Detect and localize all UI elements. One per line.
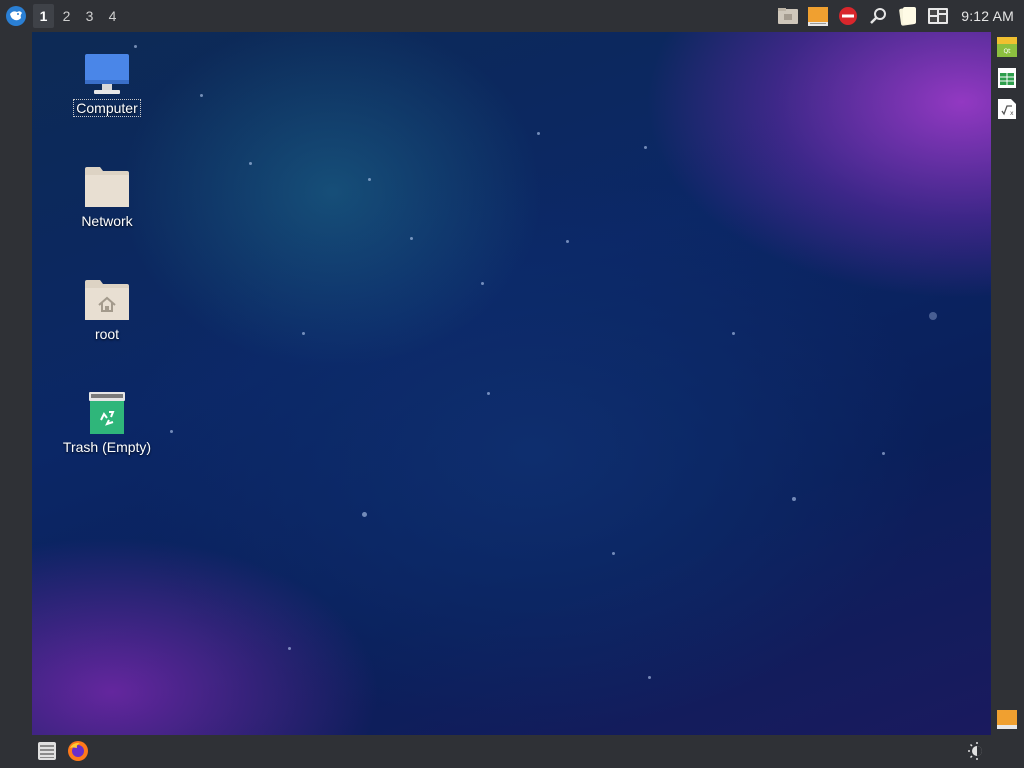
desktop-item-root[interactable]: root (57, 276, 157, 342)
drive-icon (997, 710, 1017, 729)
desktop-item-network[interactable]: Network (57, 163, 157, 229)
search-tray-button[interactable] (867, 5, 889, 27)
system-tray: 9:12 AM (777, 4, 1014, 28)
desktop-item-label: root (94, 326, 120, 342)
applications-menu-button[interactable] (4, 4, 28, 28)
trash-icon (89, 392, 125, 434)
screenshot-tray-button[interactable] (927, 5, 949, 27)
firefox-icon (68, 741, 88, 761)
xfce-mouse-menu-icon (6, 6, 26, 26)
home-folder-icon (85, 280, 129, 320)
right-side-panel: Qt x (991, 32, 1024, 735)
formula-launcher[interactable]: x (996, 98, 1018, 120)
svg-text:x: x (1010, 110, 1014, 117)
stop-tray-button[interactable] (837, 5, 859, 27)
folder-icon (85, 167, 129, 207)
desktop-background[interactable]: Computer Network root Trash (Empty) (32, 32, 991, 735)
drive-launcher[interactable] (996, 708, 1018, 730)
terminal-icon (38, 742, 56, 760)
brightness-button[interactable] (966, 740, 988, 762)
spreadsheet-launcher[interactable] (996, 67, 1018, 89)
brightness-icon (968, 742, 982, 760)
workspace-3[interactable]: 3 (79, 4, 100, 28)
spreadsheet-icon (998, 68, 1016, 88)
qt-app-icon: Qt (997, 37, 1017, 57)
qt-app-launcher[interactable]: Qt (996, 36, 1018, 58)
no-entry-icon (839, 7, 858, 25)
workspace-4[interactable]: 4 (102, 4, 123, 28)
firefox-launcher[interactable] (67, 740, 89, 762)
svg-text:Qt: Qt (1003, 48, 1011, 55)
workspace-1[interactable]: 1 (33, 4, 54, 28)
top-panel: 1 2 3 4 9:12 AM (0, 0, 1024, 32)
desktop-item-label: Computer (73, 99, 141, 117)
screenshot-icon (928, 8, 949, 24)
desktop-item-label: Trash (Empty) (62, 439, 152, 455)
workspace-2[interactable]: 2 (56, 4, 77, 28)
clock[interactable]: 9:12 AM (961, 8, 1014, 24)
file-manager-tray-button[interactable] (777, 5, 799, 27)
workspace-switcher: 1 2 3 4 (33, 4, 123, 28)
storage-drive-icon (808, 7, 829, 26)
file-manager-icon (778, 8, 799, 24)
search-icon (870, 8, 887, 24)
notes-icon (899, 7, 917, 26)
terminal-launcher[interactable] (36, 740, 58, 762)
bottom-panel (0, 735, 1024, 768)
notes-tray-button[interactable] (897, 5, 919, 27)
storage-tray-button[interactable] (807, 5, 829, 27)
desktop-item-label: Network (81, 213, 133, 229)
desktop-item-computer[interactable]: Computer (57, 50, 157, 117)
computer-icon (85, 54, 129, 94)
formula-icon: x (998, 99, 1016, 119)
desktop-item-trash[interactable]: Trash (Empty) (57, 389, 157, 455)
